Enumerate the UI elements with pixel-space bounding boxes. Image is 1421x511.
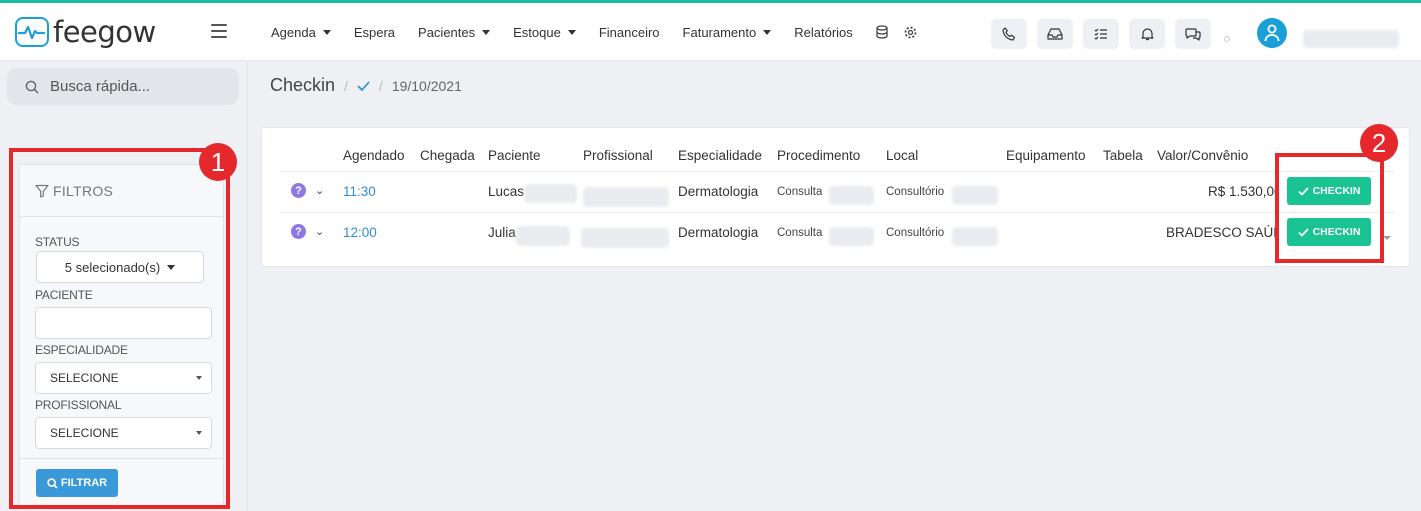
local-value: Consultório: [886, 186, 945, 198]
valor-convenio: R$ 1.530,00: [1208, 184, 1278, 199]
profissional-redacted: [581, 228, 669, 248]
breadcrumb-date: 19/10/2021: [391, 77, 462, 94]
menu-estoque-label: Estoque: [513, 24, 561, 40]
paciente-name[interactable]: Lucas: [488, 184, 524, 199]
brand-name: feegow: [53, 15, 156, 49]
row-divider: [280, 212, 1395, 213]
menu-espera-label: Espera: [353, 24, 396, 40]
menu-agenda-label: Agenda: [271, 24, 316, 40]
top-navbar: feegow Agenda Espera Pacientes Estoque F…: [0, 3, 1421, 61]
annotation-badge-2: 2: [1360, 124, 1398, 162]
paciente-name[interactable]: Julia: [488, 225, 516, 240]
procedimento-value: Consulta: [777, 186, 823, 198]
menu-faturamento[interactable]: Faturamento: [683, 25, 772, 40]
status-dot: [1224, 36, 1230, 42]
question-status-icon[interactable]: ?: [291, 183, 306, 198]
caret-down-icon: [763, 29, 772, 35]
col-local[interactable]: Local: [886, 148, 918, 163]
question-status-icon[interactable]: ?: [291, 224, 306, 239]
procedimento-redacted: [829, 227, 874, 246]
row-caret-icon[interactable]: [1383, 236, 1391, 240]
brand-logo[interactable]: feegow: [15, 17, 156, 47]
user-name-redacted: [1303, 30, 1399, 48]
local-value: Consultório: [886, 227, 945, 239]
valor-convenio: BRADESCO SAÚDE: [1166, 225, 1278, 240]
inbox-icon[interactable]: [1037, 19, 1073, 49]
menu-pacientes-label: Pacientes: [418, 24, 476, 40]
gear-icon[interactable]: [904, 26, 917, 39]
hamburger-menu-icon[interactable]: [211, 24, 227, 38]
col-tabela[interactable]: Tabela: [1103, 148, 1143, 163]
menu-estoque[interactable]: Estoque: [513, 25, 576, 40]
chat-icon[interactable]: [1175, 19, 1211, 49]
col-profissional[interactable]: Profissional: [583, 148, 653, 163]
paciente-surname-redacted: [516, 226, 570, 246]
local-redacted: [952, 227, 998, 246]
breadcrumb-separator: /: [378, 77, 383, 94]
breadcrumb: Checkin / / 19/10/2021: [270, 75, 462, 96]
annotation-badge-1: 1: [199, 143, 237, 181]
col-procedimento[interactable]: Procedimento: [777, 148, 860, 163]
heartbeat-logo-icon: [15, 17, 49, 47]
database-icon[interactable]: [876, 25, 888, 39]
menu-agenda[interactable]: Agenda: [271, 25, 331, 40]
procedimento-value: Consulta: [777, 227, 823, 239]
agendado-time[interactable]: 12:00: [343, 225, 377, 240]
checklist-icon[interactable]: [1083, 19, 1119, 49]
col-valor-convenio[interactable]: Valor/Convênio: [1157, 148, 1248, 163]
annotation-box-filters: [9, 148, 230, 509]
col-paciente[interactable]: Paciente: [488, 148, 541, 163]
caret-down-icon: [567, 29, 576, 35]
procedimento-redacted: [829, 186, 874, 205]
agendado-time[interactable]: 11:30: [343, 184, 376, 199]
quick-search-input[interactable]: Busca rápida...: [7, 68, 239, 105]
main-menu: Agenda Espera Pacientes Estoque Financei…: [271, 3, 933, 61]
breadcrumb-separator: /: [344, 77, 348, 94]
search-icon: [25, 80, 39, 94]
caret-down-icon: [322, 29, 331, 35]
col-agendado[interactable]: Agendado: [343, 148, 405, 163]
col-especialidade[interactable]: Especialidade: [678, 148, 762, 163]
annotation-box-checkin: [1275, 153, 1384, 263]
chevron-down-icon[interactable]: ⌄: [315, 225, 324, 238]
phone-icon[interactable]: [991, 19, 1027, 49]
menu-faturamento-label: Faturamento: [682, 24, 757, 40]
header-divider: [280, 171, 1395, 172]
user-avatar-icon[interactable]: [1257, 18, 1287, 48]
especialidade-value: Dermatologia: [678, 225, 759, 240]
chevron-down-icon[interactable]: ⌄: [315, 184, 324, 197]
profissional-redacted: [583, 187, 669, 207]
caret-down-icon: [482, 29, 491, 35]
col-equipamento[interactable]: Equipamento: [1006, 148, 1086, 163]
local-redacted: [952, 186, 998, 205]
menu-financeiro-label: Financeiro: [598, 24, 660, 40]
menu-relatorios-label: Relatórios: [794, 24, 853, 40]
menu-espera[interactable]: Espera: [354, 25, 395, 40]
col-chegada[interactable]: Chegada: [420, 148, 475, 163]
paciente-surname-redacted: [524, 184, 577, 203]
bell-icon[interactable]: [1129, 19, 1165, 49]
search-placeholder: Busca rápida...: [50, 78, 151, 95]
menu-relatorios[interactable]: Relatórios: [794, 25, 853, 40]
menu-financeiro[interactable]: Financeiro: [599, 25, 660, 40]
especialidade-value: Dermatologia: [678, 184, 759, 199]
page-title: Checkin: [270, 75, 336, 95]
checkmark-icon[interactable]: [357, 80, 370, 91]
menu-pacientes[interactable]: Pacientes: [418, 24, 491, 40]
